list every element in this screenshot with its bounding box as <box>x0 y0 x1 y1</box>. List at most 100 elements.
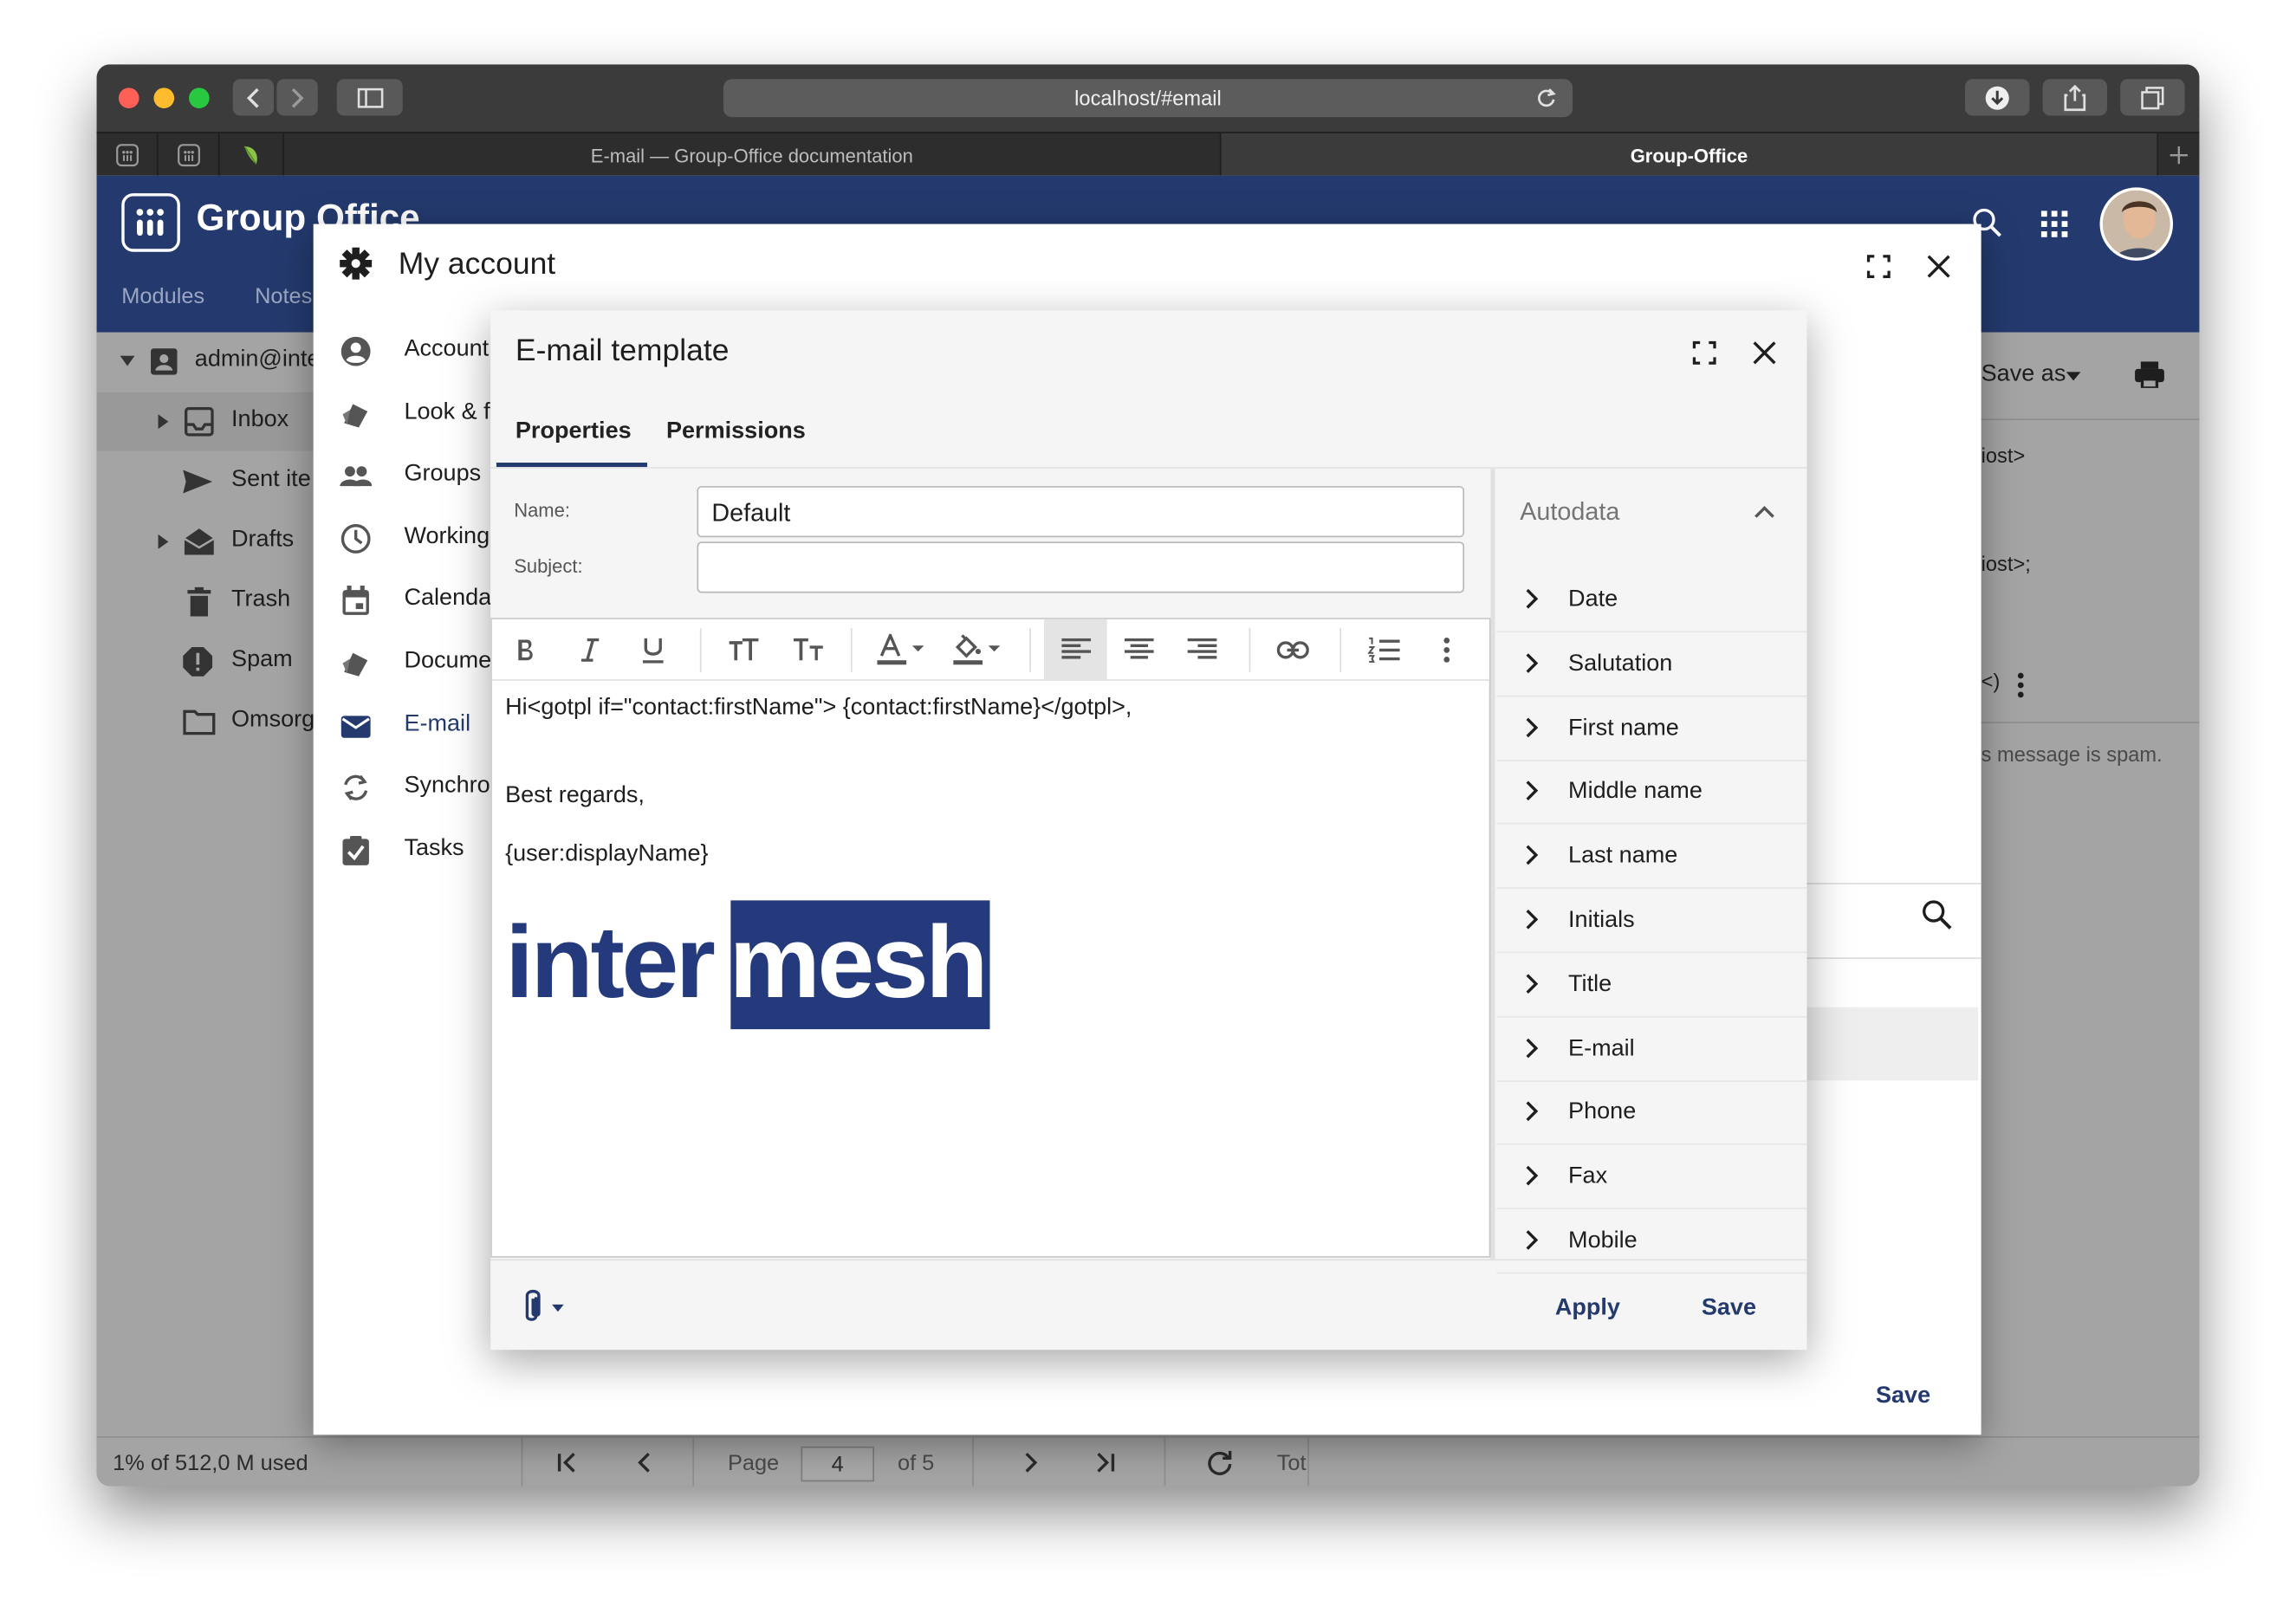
fill-color-icon <box>953 634 1001 665</box>
autodata-item[interactable]: Mobile <box>1496 1209 1807 1274</box>
drafts-icon <box>184 528 215 555</box>
new-tab-button[interactable] <box>2158 133 2199 178</box>
tab-permissions[interactable]: Permissions <box>666 418 806 444</box>
address-bar[interactable]: localhost/#email <box>723 79 1573 118</box>
menu-look-feel[interactable]: Look & f <box>314 382 490 444</box>
minimize-window-button[interactable] <box>153 87 175 109</box>
pinned-tab-2[interactable] <box>159 133 220 178</box>
underline-button[interactable] <box>631 619 675 681</box>
avatar[interactable] <box>2099 187 2174 261</box>
folder-spam[interactable]: Spam <box>97 632 314 691</box>
insert-link-button[interactable] <box>1268 619 1318 681</box>
divider <box>1307 1437 1309 1487</box>
folder-sent[interactable]: Sent ite <box>97 452 314 511</box>
italic-button[interactable] <box>568 619 613 681</box>
text-color-button[interactable] <box>872 619 931 681</box>
save-button[interactable]: Save <box>1702 1296 1756 1322</box>
account-row[interactable]: admin@inte <box>97 333 320 392</box>
menu-groups[interactable]: Groups <box>314 444 490 505</box>
autodata-label: Title <box>1568 971 1612 997</box>
autodata-item[interactable]: First name <box>1496 696 1807 761</box>
chevron-right-icon <box>1526 1230 1539 1250</box>
tab-properties[interactable]: Properties <box>516 418 632 444</box>
tab-documentation[interactable]: E-mail — Group-Office documentation <box>284 133 1222 178</box>
body-line-1: Hi<gotpl if="contact:firstName"> {contac… <box>505 695 1132 721</box>
menu-email[interactable]: E-mail <box>314 694 490 755</box>
font-size-increase-button[interactable] <box>719 619 769 681</box>
nav-notes[interactable]: Notes <box>255 284 312 309</box>
first-page-icon[interactable] <box>556 1453 580 1474</box>
apply-button[interactable]: Apply <box>1555 1296 1620 1322</box>
nav-modules[interactable]: Modules <box>121 284 204 309</box>
menu-calendar[interactable]: Calenda <box>314 568 490 630</box>
more-vert-icon[interactable] <box>2016 672 2025 698</box>
refresh-icon[interactable] <box>1207 1449 1233 1475</box>
close-window-button[interactable] <box>118 87 139 109</box>
tab-group-office[interactable]: Group-Office <box>1221 133 2159 178</box>
menu-account[interactable]: Account <box>314 319 490 380</box>
pinned-tab-1[interactable] <box>97 133 159 178</box>
chevron-right-icon <box>1526 781 1539 801</box>
close-icon[interactable] <box>1927 255 1950 278</box>
caret-down-icon <box>120 355 135 366</box>
menu-tasks[interactable]: Tasks <box>314 819 490 880</box>
apps-grid-icon[interactable] <box>2040 210 2069 239</box>
search-icon[interactable] <box>1920 897 1955 933</box>
last-page-icon[interactable] <box>1093 1453 1117 1474</box>
back-button[interactable] <box>232 79 275 116</box>
account-save-button[interactable]: Save <box>1876 1383 1930 1409</box>
close-icon[interactable] <box>1753 341 1776 365</box>
fullscreen-icon[interactable] <box>1866 255 1891 279</box>
fullscreen-icon[interactable] <box>1692 340 1716 365</box>
save-as-button[interactable]: Save as <box>1981 361 2066 387</box>
autodata-item[interactable]: E-mail <box>1496 1017 1807 1082</box>
autodata-item[interactable]: Fax <box>1496 1145 1807 1210</box>
attach-icon[interactable] <box>522 1288 567 1326</box>
menu-label: Docume <box>404 648 491 674</box>
prev-page-icon[interactable] <box>635 1453 652 1474</box>
tab-overview-button[interactable] <box>2120 79 2185 116</box>
sidebar-toggle-button[interactable] <box>336 79 403 116</box>
task-check-icon <box>342 836 369 865</box>
autodata-item[interactable]: Date <box>1496 568 1807 633</box>
chevron-up-icon[interactable] <box>1754 505 1775 518</box>
next-page-icon[interactable] <box>1022 1453 1040 1474</box>
pinned-tab-3[interactable] <box>220 133 284 178</box>
autodata-item[interactable]: Phone <box>1496 1081 1807 1146</box>
html-editor[interactable]: Hi<gotpl if="contact:firstName"> {contac… <box>490 618 1491 1258</box>
align-right-icon <box>1187 638 1217 659</box>
forward-button[interactable] <box>276 79 318 116</box>
folder-drafts[interactable]: Drafts <box>97 513 314 572</box>
folder-omsorg[interactable]: Omsorg <box>97 692 315 751</box>
numbered-list-button[interactable] <box>1359 619 1408 681</box>
downloads-button[interactable] <box>1965 79 2030 116</box>
menu-working-week[interactable]: Working <box>314 507 490 568</box>
name-input[interactable]: Default <box>697 486 1465 538</box>
page-input[interactable]: 4 <box>801 1446 874 1482</box>
autodata-item[interactable]: Last name <box>1496 825 1807 890</box>
folder-inbox[interactable]: Inbox <box>96 392 314 451</box>
autodata-item[interactable]: Title <box>1496 953 1807 1018</box>
more-options-button[interactable] <box>1432 619 1462 681</box>
subject-input[interactable] <box>697 541 1465 593</box>
reload-icon[interactable] <box>1536 87 1557 108</box>
align-center-button[interactable] <box>1112 619 1165 681</box>
menu-label: Working <box>404 524 490 549</box>
list-row[interactable] <box>1806 1007 1979 1081</box>
splitter[interactable] <box>1490 468 1495 1260</box>
folder-trash[interactable]: Trash <box>97 573 314 632</box>
align-left-button[interactable] <box>1044 619 1107 681</box>
font-size-decrease-button[interactable] <box>783 619 833 681</box>
share-button[interactable] <box>2042 79 2107 116</box>
zoom-window-button[interactable] <box>189 87 210 109</box>
palette-icon <box>342 404 368 428</box>
menu-documents[interactable]: Docume <box>314 631 490 692</box>
print-icon[interactable] <box>2133 360 2165 390</box>
autodata-item[interactable]: Initials <box>1496 889 1807 954</box>
autodata-item[interactable]: Middle name <box>1496 761 1807 826</box>
menu-synchronization[interactable]: Synchro <box>314 755 490 817</box>
highlight-color-button[interactable] <box>949 619 1008 681</box>
bold-button[interactable] <box>503 619 548 681</box>
autodata-item[interactable]: Salutation <box>1496 632 1807 697</box>
align-right-button[interactable] <box>1176 619 1229 681</box>
